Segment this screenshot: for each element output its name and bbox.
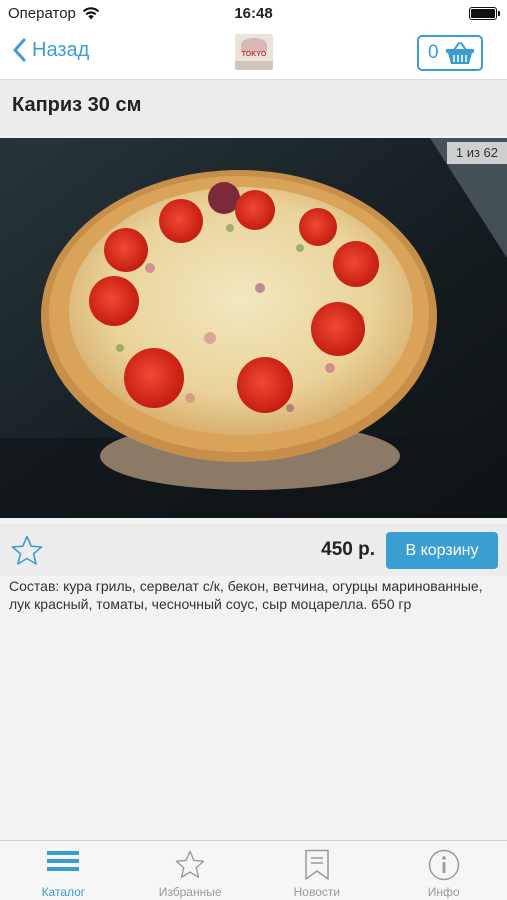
photo-counter: 1 из 62 bbox=[446, 142, 507, 164]
battery-icon bbox=[469, 7, 500, 20]
tab-label: Инфо bbox=[427, 885, 460, 899]
product-title-bar: Каприз 30 см bbox=[0, 80, 507, 136]
menu-icon bbox=[47, 851, 80, 871]
favorite-star-icon[interactable] bbox=[10, 534, 44, 568]
product-title: Каприз 30 см bbox=[12, 94, 142, 116]
product-price: 450 р. bbox=[321, 539, 375, 560]
product-photo[interactable]: 1 из 62 bbox=[0, 138, 507, 518]
tab-label: Новости bbox=[293, 885, 341, 899]
status-time: 16:48 bbox=[234, 5, 273, 22]
tab-bar: Каталог Избранные Новости Инфо bbox=[0, 840, 507, 900]
pizza-image bbox=[0, 138, 507, 518]
back-button[interactable]: Назад bbox=[12, 38, 89, 62]
basket-icon bbox=[445, 42, 474, 64]
star-icon bbox=[175, 850, 205, 878]
navigation-bar: Назад TOKYO 0 bbox=[0, 28, 507, 80]
product-description: Состав: кура гриль, сервелат с/к, бекон,… bbox=[9, 578, 483, 612]
restaurant-logo: TOKYO bbox=[235, 34, 273, 70]
chevron-left-icon bbox=[13, 38, 26, 62]
tab-info[interactable]: Инфо bbox=[380, 841, 507, 900]
back-label: Назад bbox=[32, 38, 90, 61]
cart-button[interactable]: 0 bbox=[417, 35, 483, 71]
bookmark-icon bbox=[305, 849, 329, 880]
tab-label: Каталог bbox=[41, 885, 86, 899]
cart-count: 0 bbox=[428, 42, 439, 63]
tab-news[interactable]: Новости bbox=[254, 841, 381, 900]
status-bar: Оператор 16:48 bbox=[0, 0, 507, 28]
tab-label: Избранные bbox=[158, 885, 222, 899]
add-to-cart-button[interactable]: В корзину bbox=[386, 532, 498, 569]
info-icon bbox=[428, 849, 459, 881]
tab-favorites[interactable]: Избранные bbox=[127, 841, 254, 900]
product-action-row: 450 р. В корзину bbox=[0, 524, 507, 576]
tab-catalog[interactable]: Каталог bbox=[0, 841, 127, 900]
